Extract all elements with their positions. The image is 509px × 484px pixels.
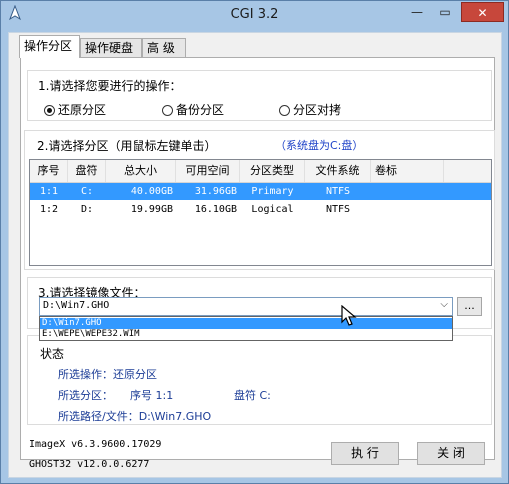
cell-total: 40.00GB (130, 186, 173, 197)
table-row[interactable]: 1:2 D: 19.99GB 16.10GB Logical NTFS (30, 201, 491, 218)
execute-button[interactable]: 执 行 (331, 442, 399, 465)
dropdown-option-win7[interactable]: D:\Win7.GHO (40, 318, 452, 329)
partition-group-title: 2.请选择分区（用鼠标左键单击） (37, 139, 217, 153)
ghost-version: GHOST32 v12.0.0.6277 (29, 459, 150, 470)
table-row[interactable]: 1:1 C: 40.00GB 31.96GB Primary NTFS (30, 183, 491, 200)
cell-type: Logical (251, 204, 294, 215)
col-drive[interactable]: 盘符 (68, 160, 106, 182)
mouse-cursor-icon (341, 305, 357, 326)
cell-label (371, 201, 444, 218)
cell-free: 31.96GB (194, 186, 237, 197)
col-fs[interactable]: 文件系统 (305, 160, 371, 182)
table-header: 序号 盘符 总大小 可用空间 分区类型 文件系统 卷标 (30, 160, 491, 183)
image-file-value: D:\Win7.GHO (43, 300, 110, 311)
system-disk-note: （系统盘为C:盘） (275, 139, 364, 152)
status-group-title: 状态 (40, 347, 65, 361)
status-partition-index: 序号 1:1 (130, 389, 174, 402)
cell-index: 1:1 (39, 186, 59, 197)
radio-restore-indicator[interactable] (44, 105, 55, 116)
dropdown-option-wepe[interactable]: E:\WEPE\WEPE32.WIM (40, 329, 452, 340)
radio-backup-label: 备份分区 (176, 103, 225, 117)
status-group: 状态 所选操作：还原分区 所选分区： 序号 1:1 盘符 C: 所选路径/文件：… (27, 335, 492, 425)
partition-group: 2.请选择分区（用鼠标左键单击） （系统盘为C:盘） 序号 盘符 总大小 可用空… (24, 130, 495, 270)
radio-backup-indicator[interactable] (162, 105, 173, 116)
cell-fs: NTFS (325, 186, 351, 197)
title-bar[interactable]: CGI 3.2 — ▭ ✕ (1, 1, 508, 27)
radio-backup[interactable]: 备份分区 (162, 101, 224, 118)
tab-disk[interactable]: 操作硬盘 (80, 38, 142, 57)
status-operation: 所选操作：还原分区 (58, 368, 157, 381)
imagex-version: ImageX v6.3.9600.17029 (29, 439, 162, 450)
minimize-button[interactable]: — (403, 2, 431, 22)
radio-restore-label: 还原分区 (58, 103, 107, 117)
close-button[interactable]: 关 闭 (417, 442, 485, 465)
radio-copy-indicator[interactable] (279, 105, 290, 116)
client-area: 操作分区 操作硬盘 高 级 1.请选择您要进行的操作： 还原分区 备份分区 分区… (8, 32, 502, 478)
chevron-down-icon[interactable]: ⌵ (440, 299, 448, 310)
cell-total: 19.99GB (130, 204, 173, 215)
col-index[interactable]: 序号 (30, 160, 68, 182)
tab-advanced[interactable]: 高 级 (142, 38, 186, 57)
cell-type: Primary (251, 186, 294, 197)
radio-copy[interactable]: 分区对拷 (279, 101, 341, 118)
radio-copy-label: 分区对拷 (293, 103, 342, 117)
browse-button[interactable]: ... (457, 297, 482, 316)
col-total[interactable]: 总大小 (106, 160, 176, 182)
cell-drive: D: (80, 204, 94, 215)
col-label[interactable]: 卷标 (371, 160, 444, 182)
maximize-button[interactable]: ▭ (431, 2, 459, 22)
app-window: CGI 3.2 — ▭ ✕ 操作分区 操作硬盘 高 级 1.请选择您要进行的操作… (0, 0, 509, 484)
status-partition-prefix: 所选分区： (58, 389, 113, 402)
col-type[interactable]: 分区类型 (240, 160, 305, 182)
cell-index: 1:2 (39, 204, 59, 215)
status-path: 所选路径/文件：D:\Win7.GHO (58, 410, 212, 423)
image-file-dropdown[interactable]: D:\Win7.GHO E:\WEPE\WEPE32.WIM (39, 316, 453, 341)
cell-free: 16.10GB (194, 204, 237, 215)
tab-panel: 1.请选择您要进行的操作： 还原分区 备份分区 分区对拷 2.请选择分区（用鼠标… (20, 57, 495, 460)
status-partition-drive: 盘符 C: (234, 389, 271, 402)
image-file-select[interactable]: D:\Win7.GHO ⌵ (39, 297, 453, 316)
tab-partition[interactable]: 操作分区 (19, 35, 80, 58)
partition-table[interactable]: 序号 盘符 总大小 可用空间 分区类型 文件系统 卷标 1:1 C: 40.00… (29, 159, 492, 266)
radio-restore[interactable]: 还原分区 (44, 101, 106, 118)
operation-group: 1.请选择您要进行的操作： 还原分区 备份分区 分区对拷 (27, 70, 492, 121)
cell-label (371, 183, 444, 200)
operation-group-title: 1.请选择您要进行的操作： (38, 79, 182, 93)
cell-fs: NTFS (325, 204, 351, 215)
col-free[interactable]: 可用空间 (176, 160, 240, 182)
cell-drive: C: (80, 186, 94, 197)
window-close-button[interactable]: ✕ (461, 2, 504, 22)
